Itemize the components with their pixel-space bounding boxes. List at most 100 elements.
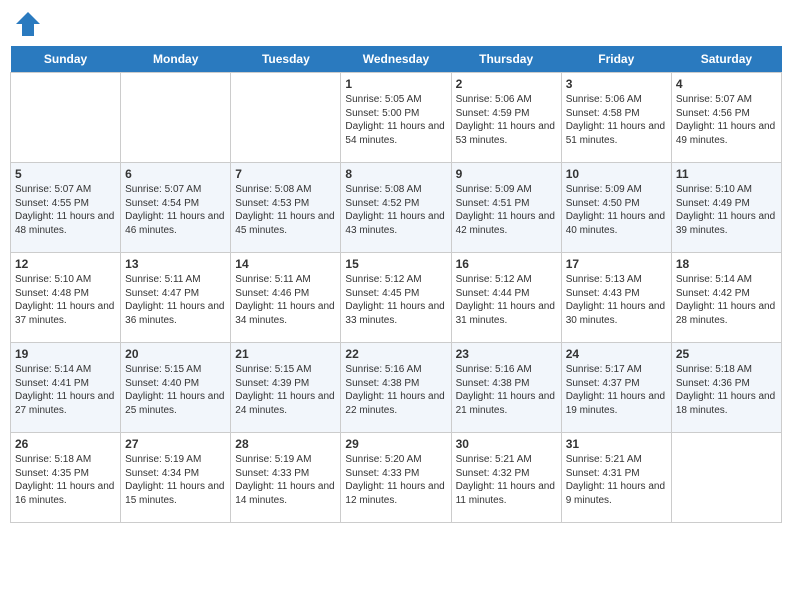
calendar-table: SundayMondayTuesdayWednesdayThursdayFrid… <box>10 46 782 523</box>
day-info: Sunrise: 5:07 AMSunset: 4:54 PMDaylight:… <box>125 183 226 237</box>
col-header-wednesday: Wednesday <box>341 46 451 73</box>
day-info: Sunrise: 5:21 AMSunset: 4:32 PMDaylight:… <box>456 453 557 507</box>
day-cell: 8 Sunrise: 5:08 AMSunset: 4:52 PMDaylight… <box>341 163 451 253</box>
week-row-3: 12 Sunrise: 5:10 AMSunset: 4:48 PMDayligh… <box>11 253 782 343</box>
day-info: Sunrise: 5:17 AMSunset: 4:37 PMDaylight:… <box>566 363 667 417</box>
day-number: 10 <box>566 167 667 181</box>
day-cell: 4Sunrise: 5:07 AMSunset: 4:56 PMDaylight… <box>671 73 781 163</box>
day-cell: 31 Sunrise: 5:21 AMSunset: 4:31 PMDayligh… <box>561 433 671 523</box>
day-cell: 24 Sunrise: 5:17 AMSunset: 4:37 PMDayligh… <box>561 343 671 433</box>
day-info: Sunrise: 5:16 AMSunset: 4:38 PMDaylight:… <box>456 363 557 417</box>
day-number: 29 <box>345 437 446 451</box>
day-cell: 6 Sunrise: 5:07 AMSunset: 4:54 PMDaylight… <box>121 163 231 253</box>
day-info: Sunrise: 5:18 AMSunset: 4:35 PMDaylight:… <box>15 453 116 507</box>
day-number: 5 <box>15 167 116 181</box>
day-info: Sunrise: 5:12 AMSunset: 4:44 PMDaylight:… <box>456 273 557 327</box>
day-cell: 5 Sunrise: 5:07 AMSunset: 4:55 PMDaylight… <box>11 163 121 253</box>
day-number: 1 <box>345 77 446 91</box>
day-number: 28 <box>235 437 336 451</box>
day-info: Sunrise: 5:21 AMSunset: 4:31 PMDaylight:… <box>566 453 667 507</box>
day-number: 15 <box>345 257 446 271</box>
day-cell: 14 Sunrise: 5:11 AMSunset: 4:46 PMDayligh… <box>231 253 341 343</box>
day-info: Sunrise: 5:08 AMSunset: 4:52 PMDaylight:… <box>345 183 446 237</box>
col-header-saturday: Saturday <box>671 46 781 73</box>
day-number: 2 <box>456 77 557 91</box>
logo-icon <box>14 10 42 38</box>
day-cell: 11 Sunrise: 5:10 AMSunset: 4:49 PMDayligh… <box>671 163 781 253</box>
col-header-friday: Friday <box>561 46 671 73</box>
day-cell: 20 Sunrise: 5:15 AMSunset: 4:40 PMDayligh… <box>121 343 231 433</box>
day-info: Sunrise: 5:13 AMSunset: 4:43 PMDaylight:… <box>566 273 667 327</box>
day-info: Sunrise: 5:18 AMSunset: 4:36 PMDaylight:… <box>676 363 777 417</box>
day-cell: 19Sunrise: 5:14 AMSunset: 4:41 PMDayligh… <box>11 343 121 433</box>
day-cell: 27 Sunrise: 5:19 AMSunset: 4:34 PMDayligh… <box>121 433 231 523</box>
week-row-2: 5 Sunrise: 5:07 AMSunset: 4:55 PMDaylight… <box>11 163 782 253</box>
day-cell: 9 Sunrise: 5:09 AMSunset: 4:51 PMDaylight… <box>451 163 561 253</box>
day-info: Sunrise: 5:08 AMSunset: 4:53 PMDaylight:… <box>235 183 336 237</box>
col-header-monday: Monday <box>121 46 231 73</box>
day-info: Sunrise: 5:06 AMSunset: 4:58 PMDaylight:… <box>566 93 667 147</box>
day-cell: 22 Sunrise: 5:16 AMSunset: 4:38 PMDayligh… <box>341 343 451 433</box>
day-number: 14 <box>235 257 336 271</box>
day-cell <box>11 73 121 163</box>
day-info: Sunrise: 5:16 AMSunset: 4:38 PMDaylight:… <box>345 363 446 417</box>
day-number: 7 <box>235 167 336 181</box>
day-cell: 25 Sunrise: 5:18 AMSunset: 4:36 PMDayligh… <box>671 343 781 433</box>
day-number: 20 <box>125 347 226 361</box>
day-info: Sunrise: 5:09 AMSunset: 4:51 PMDaylight:… <box>456 183 557 237</box>
day-cell: 16Sunrise: 5:12 AMSunset: 4:44 PMDayligh… <box>451 253 561 343</box>
day-number: 12 <box>15 257 116 271</box>
day-cell: 15Sunrise: 5:12 AMSunset: 4:45 PMDayligh… <box>341 253 451 343</box>
col-header-thursday: Thursday <box>451 46 561 73</box>
day-cell: 21Sunrise: 5:15 AMSunset: 4:39 PMDayligh… <box>231 343 341 433</box>
day-info: Sunrise: 5:11 AMSunset: 4:46 PMDaylight:… <box>235 273 336 327</box>
day-info: Sunrise: 5:11 AMSunset: 4:47 PMDaylight:… <box>125 273 226 327</box>
col-header-sunday: Sunday <box>11 46 121 73</box>
day-number: 6 <box>125 167 226 181</box>
day-number: 11 <box>676 167 777 181</box>
day-cell: 23 Sunrise: 5:16 AMSunset: 4:38 PMDayligh… <box>451 343 561 433</box>
day-cell: 29 Sunrise: 5:20 AMSunset: 4:33 PMDayligh… <box>341 433 451 523</box>
day-info: Sunrise: 5:20 AMSunset: 4:33 PMDaylight:… <box>345 453 446 507</box>
day-number: 4 <box>676 77 777 91</box>
day-cell: 1 Sunrise: 5:05 AMSunset: 5:00 PMDaylight… <box>341 73 451 163</box>
day-number: 25 <box>676 347 777 361</box>
day-cell: 28 Sunrise: 5:19 AMSunset: 4:33 PMDayligh… <box>231 433 341 523</box>
day-info: Sunrise: 5:07 AMSunset: 4:55 PMDaylight:… <box>15 183 116 237</box>
day-number: 21 <box>235 347 336 361</box>
logo <box>14 10 46 38</box>
day-number: 30 <box>456 437 557 451</box>
day-number: 18 <box>676 257 777 271</box>
day-number: 17 <box>566 257 667 271</box>
day-cell: 18 Sunrise: 5:14 AMSunset: 4:42 PMDayligh… <box>671 253 781 343</box>
day-number: 8 <box>345 167 446 181</box>
day-info: Sunrise: 5:19 AMSunset: 4:34 PMDaylight:… <box>125 453 226 507</box>
day-cell: 12 Sunrise: 5:10 AMSunset: 4:48 PMDayligh… <box>11 253 121 343</box>
day-number: 13 <box>125 257 226 271</box>
day-number: 31 <box>566 437 667 451</box>
week-row-5: 26 Sunrise: 5:18 AMSunset: 4:35 PMDayligh… <box>11 433 782 523</box>
day-cell: 26 Sunrise: 5:18 AMSunset: 4:35 PMDayligh… <box>11 433 121 523</box>
week-row-1: 1 Sunrise: 5:05 AMSunset: 5:00 PMDaylight… <box>11 73 782 163</box>
day-info: Sunrise: 5:05 AMSunset: 5:00 PMDaylight:… <box>345 93 446 147</box>
week-row-4: 19Sunrise: 5:14 AMSunset: 4:41 PMDayligh… <box>11 343 782 433</box>
day-number: 22 <box>345 347 446 361</box>
day-info: Sunrise: 5:09 AMSunset: 4:50 PMDaylight:… <box>566 183 667 237</box>
day-cell <box>121 73 231 163</box>
day-info: Sunrise: 5:06 AMSunset: 4:59 PMDaylight:… <box>456 93 557 147</box>
page-header <box>10 10 782 38</box>
day-number: 23 <box>456 347 557 361</box>
day-info: Sunrise: 5:14 AMSunset: 4:42 PMDaylight:… <box>676 273 777 327</box>
day-number: 24 <box>566 347 667 361</box>
day-number: 19 <box>15 347 116 361</box>
day-info: Sunrise: 5:10 AMSunset: 4:49 PMDaylight:… <box>676 183 777 237</box>
day-info: Sunrise: 5:15 AMSunset: 4:40 PMDaylight:… <box>125 363 226 417</box>
day-info: Sunrise: 5:10 AMSunset: 4:48 PMDaylight:… <box>15 273 116 327</box>
day-cell <box>671 433 781 523</box>
day-number: 9 <box>456 167 557 181</box>
day-number: 26 <box>15 437 116 451</box>
day-info: Sunrise: 5:19 AMSunset: 4:33 PMDaylight:… <box>235 453 336 507</box>
day-number: 27 <box>125 437 226 451</box>
day-cell: 10 Sunrise: 5:09 AMSunset: 4:50 PMDayligh… <box>561 163 671 253</box>
col-header-tuesday: Tuesday <box>231 46 341 73</box>
